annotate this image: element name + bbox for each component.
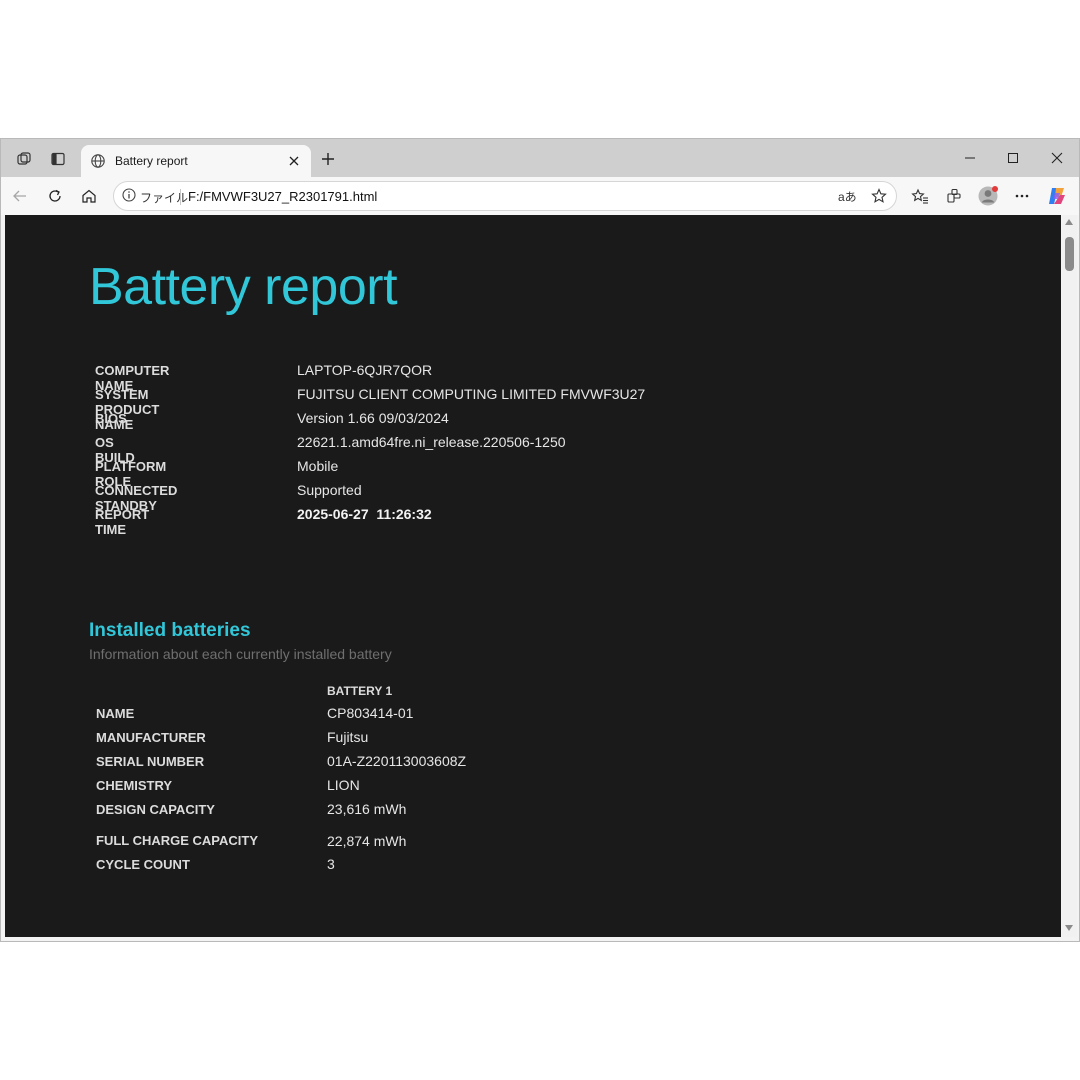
plus-icon[interactable] xyxy=(317,148,339,170)
info-value: Mobile xyxy=(297,458,339,474)
battery-key: CYCLE COUNT xyxy=(96,857,190,872)
browser-window: Battery report ファイル F:/FMVWF3U27_R230179… xyxy=(0,138,1080,942)
avatar[interactable] xyxy=(975,184,1001,208)
battery-value: 23,616 mWh xyxy=(327,801,407,817)
toolbar: ファイル F:/FMVWF3U27_R2301791.html aあ xyxy=(1,177,1079,215)
battery-value: 01A-Z220113003608Z xyxy=(327,753,467,769)
battery-value: Fujitsu xyxy=(327,729,369,745)
address-bar[interactable]: ファイル F:/FMVWF3U27_R2301791.html aあ xyxy=(113,181,897,211)
scrollbar[interactable] xyxy=(1062,215,1077,937)
section-title: Installed batteries xyxy=(89,620,251,641)
favorites-icon[interactable] xyxy=(907,184,933,208)
globe-icon xyxy=(89,152,107,170)
battery-value: LION xyxy=(327,777,360,793)
battery-key: MANUFACTURER xyxy=(96,730,206,745)
battery-key: SERIAL NUMBER xyxy=(96,754,205,769)
site-info-button[interactable]: ファイル xyxy=(122,187,188,207)
info-value: 22621.1.amd64fre.ni_release.220506-1250 xyxy=(297,434,566,450)
refresh-icon[interactable] xyxy=(42,184,68,208)
info-value: FUJITSU CLIENT COMPUTING LIMITED FMVWF3U… xyxy=(297,386,646,402)
tab-strip: Battery report xyxy=(1,139,1079,177)
scroll-thumb[interactable] xyxy=(1065,237,1074,271)
battery-key: NAME xyxy=(96,706,135,721)
info-key: REPORT TIME xyxy=(95,507,150,537)
workspaces-icon[interactable] xyxy=(11,147,37,171)
battery-value: 22,874 mWh xyxy=(327,833,407,849)
section-subtitle: Information about each currently install… xyxy=(89,646,392,662)
vertical-tabs-icon[interactable] xyxy=(45,147,71,171)
home-icon[interactable] xyxy=(76,184,102,208)
info-value: Version 1.66 09/03/2024 xyxy=(297,410,449,426)
page-title: Battery report xyxy=(89,258,398,316)
battery-value: CP803414-01 xyxy=(327,705,414,721)
copilot-icon[interactable] xyxy=(1044,184,1070,208)
info-value: LAPTOP-6QJR7QOR xyxy=(297,362,433,378)
extensions-icon[interactable] xyxy=(941,184,967,208)
battery-column-header: BATTERY 1 xyxy=(327,684,393,698)
back-icon[interactable] xyxy=(7,184,33,208)
info-icon xyxy=(122,187,136,207)
close-icon[interactable] xyxy=(285,152,303,170)
scroll-down-arrow-icon[interactable] xyxy=(1065,925,1073,931)
battery-key: FULL CHARGE CAPACITY xyxy=(96,833,259,848)
more-icon[interactable] xyxy=(1009,184,1035,208)
close-window-icon[interactable] xyxy=(1043,147,1071,169)
info-value: Supported xyxy=(297,482,362,498)
read-aloud-button[interactable]: aあ xyxy=(838,188,857,205)
page-content: Battery report COMPUTER NAME LAPTOP-6QJR… xyxy=(5,215,1061,937)
url-text[interactable]: F:/FMVWF3U27_R2301791.html xyxy=(188,189,377,204)
info-key: BIOS xyxy=(95,411,127,426)
tab-title: Battery report xyxy=(115,154,188,168)
scroll-up-arrow-icon[interactable] xyxy=(1065,219,1073,225)
battery-value: 3 xyxy=(327,856,335,872)
battery-key: CHEMISTRY xyxy=(96,778,173,793)
report-time-value: 2025-06-27 11:26:32 xyxy=(297,506,432,522)
maximize-icon[interactable] xyxy=(999,147,1027,169)
battery-key: DESIGN CAPACITY xyxy=(96,802,215,817)
tab-battery-report[interactable]: Battery report xyxy=(81,145,311,177)
star-icon[interactable] xyxy=(868,186,890,206)
minimize-icon[interactable] xyxy=(956,147,984,169)
address-separator xyxy=(180,189,181,205)
